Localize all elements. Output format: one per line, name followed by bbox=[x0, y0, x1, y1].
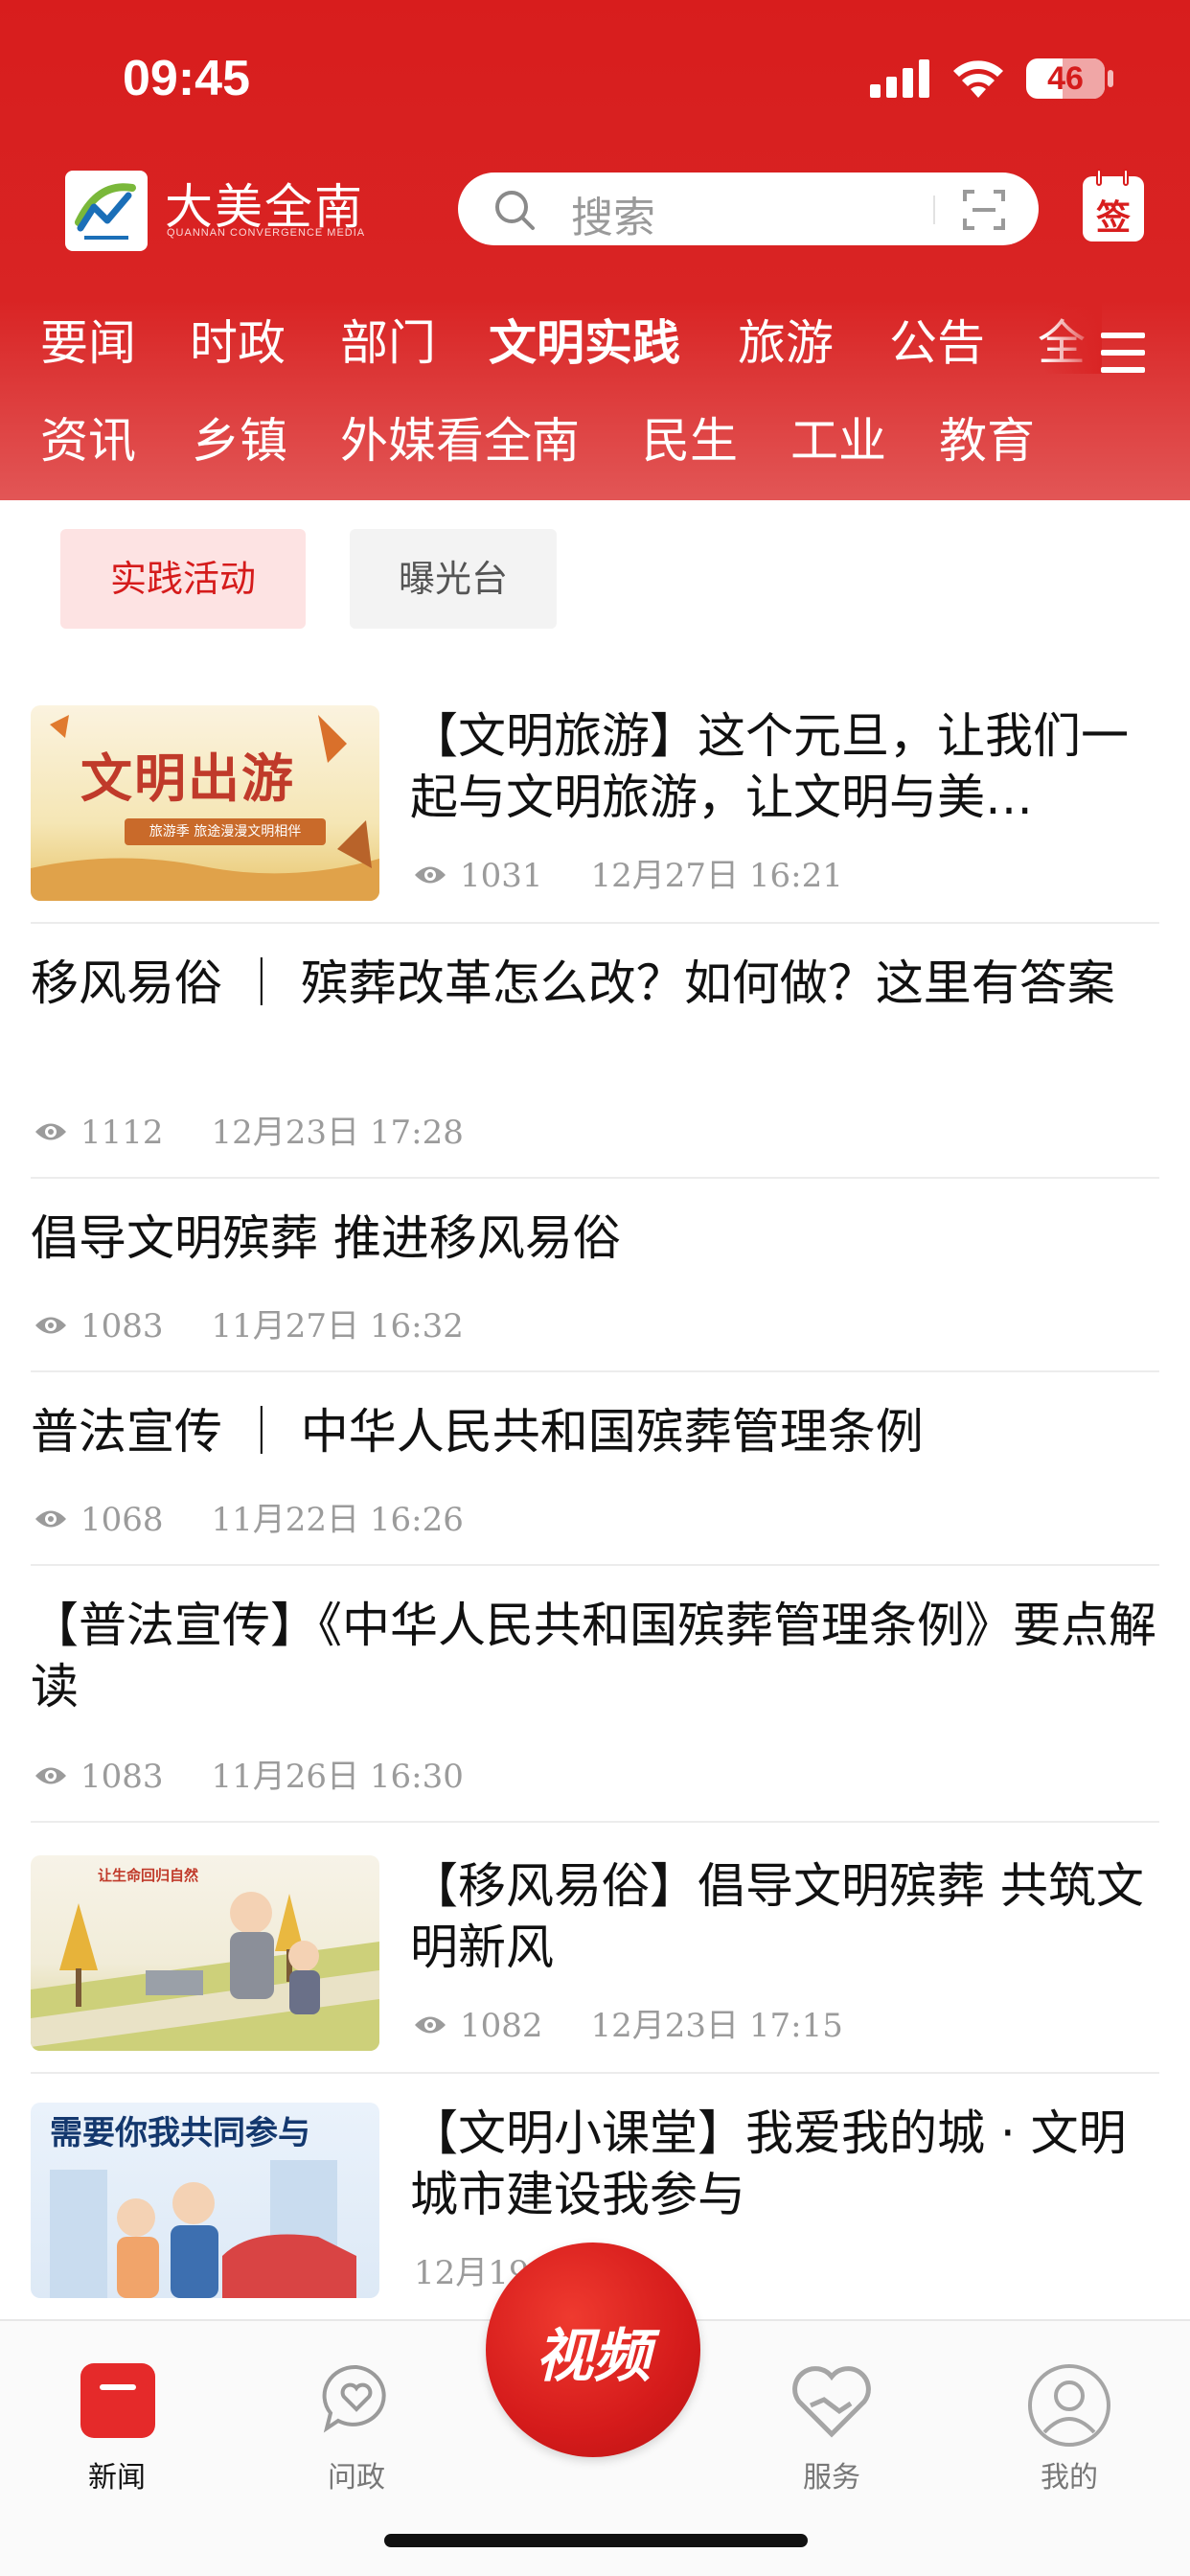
views-eye-icon bbox=[35, 1767, 66, 1784]
nav-tab-3[interactable]: 部门 bbox=[340, 305, 436, 374]
nav-tab-1[interactable]: 要闻 bbox=[40, 305, 136, 374]
publish-date: 11月22日 16:26 bbox=[211, 1501, 464, 1539]
article-meta: 1031 12月27日 16:21 bbox=[414, 849, 843, 896]
thumbnail-title: 需要你我共同参与 bbox=[50, 2114, 310, 2152]
nav-tab-10[interactable]: 外媒看全南 bbox=[340, 402, 580, 472]
signin-calendar-button[interactable]: 签 bbox=[1083, 169, 1144, 242]
article-meta: 1083 11月26日 16:30 bbox=[34, 1750, 464, 1797]
nav-tab-9[interactable]: 乡镇 bbox=[192, 402, 287, 472]
nav-tab-11[interactable]: 民生 bbox=[642, 402, 738, 472]
view-count: 1031 bbox=[460, 857, 543, 895]
status-time: 09:45 bbox=[123, 51, 250, 106]
cellular-signal-icon bbox=[870, 59, 929, 98]
article-item[interactable]: 移风易俗 ｜ 殡葬改革怎么改？如何做？这里有答案 1112 12月23日 17:2… bbox=[31, 924, 1159, 1179]
home-indicator[interactable] bbox=[384, 2534, 808, 2547]
article-thumbnail: 需要你我共同参与 bbox=[31, 2103, 379, 2298]
header: 09:45 46 大美全南 QUANNAN CONVERGENCE MEDIA bbox=[0, 0, 1190, 500]
wifi-icon bbox=[953, 60, 1003, 98]
video-button-label: 视频 bbox=[536, 2323, 651, 2390]
thumbnail-banner: 旅游季 旅途漫漫文明相伴 bbox=[125, 818, 326, 845]
article-title: 普法宣传 ｜ 中华人民共和国殡葬管理条例 bbox=[31, 1404, 924, 1460]
article-meta: 1112 12月23日 17:28 bbox=[34, 1106, 464, 1153]
video-button[interactable]: 视频 bbox=[486, 2242, 700, 2457]
article-meta: 1083 11月27日 16:32 bbox=[34, 1300, 464, 1346]
tab-inquiry-label: 问政 bbox=[328, 2461, 385, 2495]
article-title: 【文明小课堂】我爱我的城 · 文明城市建设我参与 bbox=[410, 2105, 1127, 2222]
service-heart-icon bbox=[792, 2366, 871, 2438]
user-profile-icon bbox=[1028, 2364, 1110, 2447]
view-count: 1083 bbox=[80, 1758, 164, 1796]
nav-tab-5[interactable]: 旅游 bbox=[738, 305, 834, 374]
article-title: 移风易俗 ｜ 殡葬改革怎么改？如何做？这里有答案 bbox=[31, 955, 1115, 1011]
tab-mine-label: 我的 bbox=[1041, 2461, 1098, 2495]
nav-tab-12[interactable]: 工业 bbox=[790, 402, 886, 472]
article-thumbnail: 文明出游 旅游季 旅途漫漫文明相伴 bbox=[31, 705, 379, 901]
search-bar[interactable]: 搜索 bbox=[458, 172, 1039, 245]
article-item[interactable]: 文明出游 旅游季 旅途漫漫文明相伴 【文明旅游】这个元旦，让我们一起与文明旅游，… bbox=[31, 700, 1159, 924]
nav-tab-2[interactable]: 时政 bbox=[190, 305, 286, 374]
signin-label: 签 bbox=[1095, 198, 1131, 238]
article-item[interactable]: 让生命回归自然 【移风易俗】倡导文明殡葬 共筑文明新风 1082 12月23日 1… bbox=[31, 1823, 1159, 2074]
publish-date: 12月23日 17:28 bbox=[211, 1114, 464, 1152]
chat-heart-icon bbox=[322, 2364, 386, 2433]
article-title: 【移风易俗】倡导文明殡葬 共筑文明新风 bbox=[410, 1858, 1144, 1975]
publish-date: 12月23日 17:15 bbox=[590, 2007, 843, 2045]
view-count: 1112 bbox=[80, 1114, 164, 1152]
tab-service-label: 服务 bbox=[803, 2461, 860, 2495]
thumbnail-caption: 让生命回归自然 bbox=[98, 1867, 199, 1884]
article-thumbnail: 让生命回归自然 bbox=[31, 1855, 379, 2051]
views-eye-icon bbox=[35, 1123, 66, 1140]
logo-subtitle: QUANNAN CONVERGENCE MEDIA bbox=[167, 227, 366, 239]
nav-tab-6[interactable]: 公告 bbox=[889, 305, 985, 374]
article-title: 【文明旅游】这个元旦，让我们一起与文明旅游，让文明与美… bbox=[410, 708, 1129, 825]
publish-date: 11月27日 16:32 bbox=[211, 1307, 464, 1346]
search-placeholder: 搜索 bbox=[571, 194, 655, 242]
app-screen: 09:45 46 大美全南 QUANNAN CONVERGENCE MEDIA bbox=[0, 0, 1190, 2576]
publish-date: 12月27日 16:21 bbox=[590, 857, 843, 895]
views-eye-icon bbox=[415, 2016, 446, 2034]
subtab-exposure[interactable]: 曝光台 bbox=[350, 529, 557, 629]
subtab-practice-activities[interactable]: 实践活动 bbox=[60, 529, 306, 629]
article-title: 【普法宣传】《中华人民共和国殡葬管理条例》要点解读 bbox=[31, 1598, 1156, 1714]
publish-date: 11月26日 16:30 bbox=[211, 1758, 464, 1796]
article-item[interactable]: 倡导文明殡葬 推进移风易俗 1083 11月27日 16:32 bbox=[31, 1179, 1159, 1372]
article-meta: 1068 11月22日 16:26 bbox=[34, 1493, 464, 1540]
article-meta: 1082 12月23日 17:15 bbox=[414, 1999, 843, 2046]
article-item[interactable]: 【普法宣传】《中华人民共和国殡葬管理条例》要点解读 1083 11月26日 16:… bbox=[31, 1566, 1159, 1823]
news-icon bbox=[80, 2363, 155, 2438]
views-eye-icon bbox=[35, 1510, 66, 1528]
views-eye-icon bbox=[35, 1317, 66, 1334]
nav-tab-4-active[interactable]: 文明实践 bbox=[489, 305, 680, 374]
article-title: 倡导文明殡葬 推进移风易俗 bbox=[31, 1210, 621, 1266]
nav-tab-8[interactable]: 资讯 bbox=[40, 402, 136, 472]
logo-mark-icon bbox=[75, 183, 136, 240]
battery-percent: 46 bbox=[1047, 60, 1084, 97]
thumbnail-illustration bbox=[31, 1892, 379, 2051]
nav-tab-13[interactable]: 教育 bbox=[939, 402, 1035, 472]
battery-icon: 46 bbox=[1026, 58, 1105, 99]
view-count: 1068 bbox=[80, 1501, 164, 1539]
thumbnail-title: 文明出游 bbox=[80, 748, 295, 809]
view-count: 1083 bbox=[80, 1307, 164, 1346]
tab-news-label: 新闻 bbox=[88, 2461, 146, 2495]
app-logo bbox=[65, 171, 148, 251]
nav-menu-icon[interactable] bbox=[1101, 333, 1145, 373]
views-eye-icon bbox=[415, 866, 446, 884]
article-item[interactable]: 普法宣传 ｜ 中华人民共和国殡葬管理条例 1068 11月22日 16:26 bbox=[31, 1372, 1159, 1566]
view-count: 1082 bbox=[460, 2007, 543, 2045]
scan-icon[interactable] bbox=[963, 190, 1005, 230]
search-icon bbox=[495, 191, 535, 230]
